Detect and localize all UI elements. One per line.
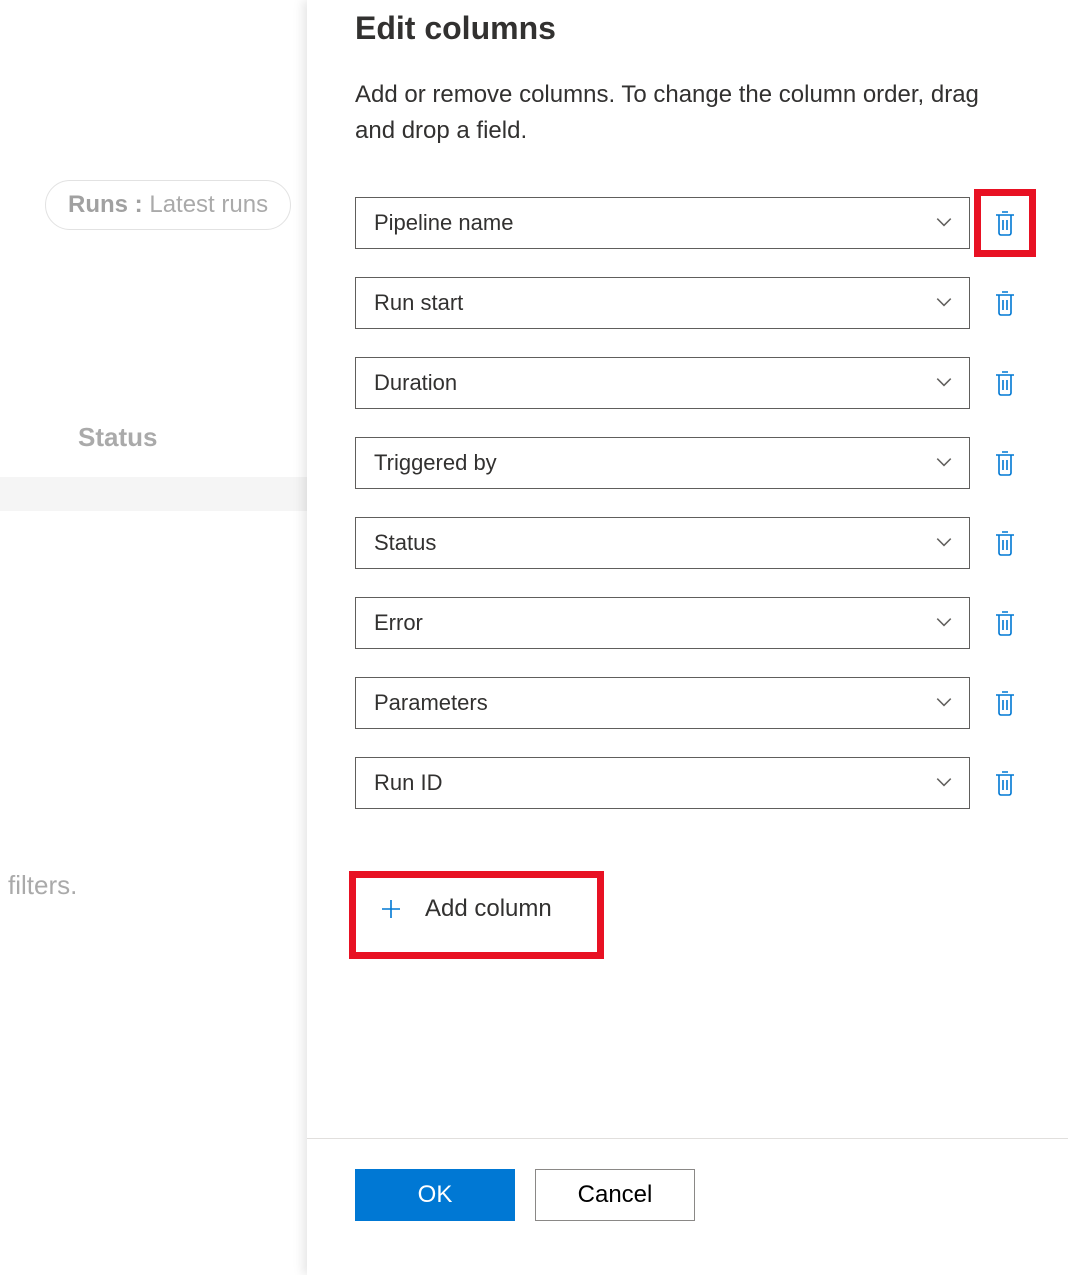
delete-column-button[interactable] <box>990 688 1020 718</box>
column-row: Parameters <box>355 677 1020 729</box>
column-select-label: Run start <box>374 290 463 316</box>
column-row: Triggered by <box>355 437 1020 489</box>
column-select-label: Parameters <box>374 690 488 716</box>
chevron-down-icon <box>935 213 955 233</box>
panel-description: Add or remove columns. To change the col… <box>355 77 1020 149</box>
add-column-button[interactable]: Add column <box>355 879 576 939</box>
column-select-label: Run ID <box>374 770 442 796</box>
grey-row-placeholder <box>0 477 307 511</box>
chevron-down-icon <box>935 613 955 633</box>
filters-text: filters. <box>8 870 77 901</box>
runs-pill-label: Runs : <box>68 191 143 218</box>
column-row: Duration <box>355 357 1020 409</box>
column-select-triggered-by[interactable]: Triggered by <box>355 437 970 489</box>
runs-pill-value: Latest runs <box>149 191 268 218</box>
column-select-label: Status <box>374 530 436 556</box>
edit-columns-panel: Edit columns Add or remove columns. To c… <box>307 0 1068 1275</box>
chevron-down-icon <box>935 533 955 553</box>
chevron-down-icon <box>935 773 955 793</box>
delete-column-button[interactable] <box>990 208 1020 238</box>
chevron-down-icon <box>935 373 955 393</box>
add-column-label: Add column <box>425 895 552 923</box>
runs-filter-pill: Runs : Latest runs <box>45 180 291 230</box>
column-select-duration[interactable]: Duration <box>355 357 970 409</box>
column-row: Run start <box>355 277 1020 329</box>
column-select-run-id[interactable]: Run ID <box>355 757 970 809</box>
background-dimmed: Runs : Latest runs Status filters. <box>0 0 307 1275</box>
column-select-label: Pipeline name <box>374 210 513 236</box>
delete-column-button[interactable] <box>990 448 1020 478</box>
column-row: Run ID <box>355 757 1020 809</box>
delete-column-button[interactable] <box>990 528 1020 558</box>
chevron-down-icon <box>935 693 955 713</box>
column-select-label: Duration <box>374 370 457 396</box>
delete-column-button[interactable] <box>990 368 1020 398</box>
column-row: Error <box>355 597 1020 649</box>
column-select-label: Error <box>374 610 423 636</box>
panel-title: Edit columns <box>355 10 1020 47</box>
plus-icon <box>379 897 403 921</box>
column-row: Pipeline name <box>355 197 1020 249</box>
chevron-down-icon <box>935 293 955 313</box>
column-select-status[interactable]: Status <box>355 517 970 569</box>
chevron-down-icon <box>935 453 955 473</box>
column-select-error[interactable]: Error <box>355 597 970 649</box>
column-select-run-start[interactable]: Run start <box>355 277 970 329</box>
ok-button[interactable]: OK <box>355 1169 515 1221</box>
panel-footer: OK Cancel <box>307 1138 1068 1275</box>
cancel-button[interactable]: Cancel <box>535 1169 695 1221</box>
column-select-label: Triggered by <box>374 450 497 476</box>
column-select-parameters[interactable]: Parameters <box>355 677 970 729</box>
column-row: Status <box>355 517 1020 569</box>
delete-column-button[interactable] <box>990 288 1020 318</box>
status-column-label: Status <box>78 422 157 453</box>
column-select-pipeline-name[interactable]: Pipeline name <box>355 197 970 249</box>
delete-column-button[interactable] <box>990 608 1020 638</box>
delete-column-button[interactable] <box>990 768 1020 798</box>
